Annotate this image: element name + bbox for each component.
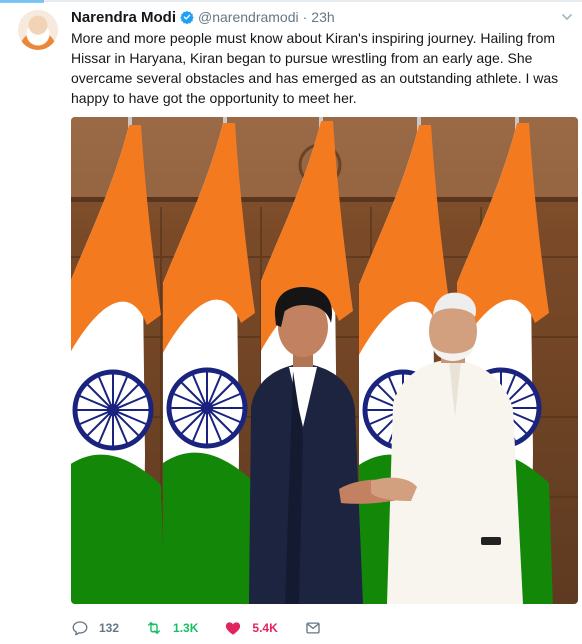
tweet-text: More and more people must know about Kir…	[71, 30, 559, 106]
tweet-header: Narendra Modi @narendramodi · 23h	[71, 7, 335, 27]
author-handle[interactable]: @narendramodi	[198, 9, 299, 25]
top-divider	[0, 0, 582, 2]
tweet-actions: 132 1.3K 5.4K	[71, 617, 358, 639]
separator-dot: ·	[302, 9, 308, 25]
photo-illustration	[71, 117, 578, 604]
retweet-button[interactable]: 1.3K	[145, 619, 198, 637]
caret-down-icon[interactable]	[560, 10, 574, 24]
tweet-timestamp[interactable]: 23h	[311, 9, 334, 25]
retweet-count: 1.3K	[173, 621, 199, 635]
like-count: 5.4K	[252, 621, 278, 635]
verified-badge-icon	[180, 10, 194, 24]
like-button[interactable]: 5.4K	[224, 619, 278, 637]
reply-count: 132	[99, 621, 120, 635]
reply-icon	[72, 621, 88, 636]
reply-button[interactable]: 132	[71, 619, 119, 637]
avatar[interactable]	[18, 10, 58, 50]
message-icon	[306, 622, 320, 634]
heart-icon	[226, 622, 241, 635]
direct-message-button[interactable]	[304, 619, 332, 637]
author-name[interactable]: Narendra Modi	[71, 9, 176, 26]
retweet-icon	[148, 622, 160, 634]
tweet-photo[interactable]	[71, 117, 578, 604]
top-divider-accent	[0, 0, 44, 3]
